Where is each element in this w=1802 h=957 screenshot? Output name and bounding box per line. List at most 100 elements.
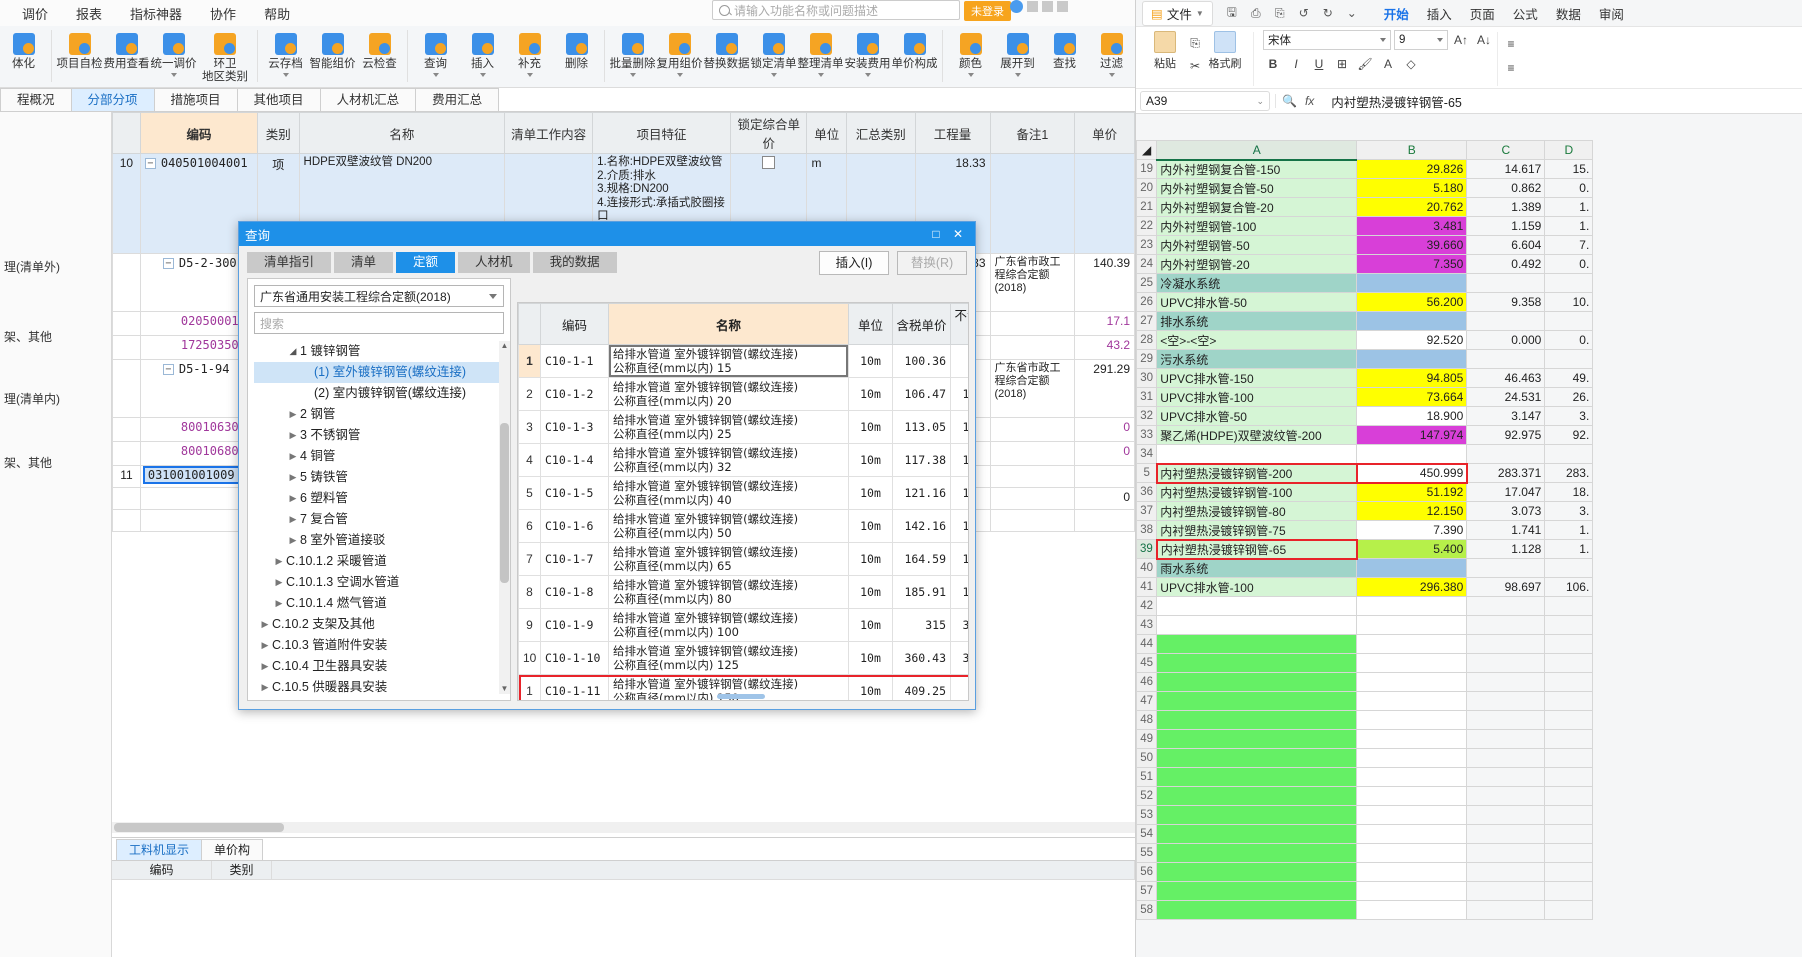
quota-untaxed-price[interactable]: 104.92 [950, 377, 968, 411]
tree-scrollbar[interactable]: ▲ ▼ [499, 341, 510, 694]
grid-header-11[interactable]: 单价 [1074, 112, 1135, 154]
cell-A36[interactable]: 内衬塑热浸镀锌钢管-100 [1156, 482, 1358, 502]
row-header[interactable]: 45 [1136, 653, 1158, 673]
cell-A20[interactable]: 内外衬塑钢复合管-50 [1156, 178, 1358, 198]
row-header[interactable]: 43 [1136, 615, 1158, 635]
formula-input[interactable]: 内衬塑热浸镀锌钢管-65 [1325, 92, 1798, 111]
sheet-ribbon-tab-5[interactable]: 审阅 [1590, 2, 1633, 25]
cell-B46[interactable] [1356, 672, 1468, 692]
cell-A21[interactable]: 内外衬塑钢复合管-20 [1156, 197, 1358, 217]
quota-index[interactable]: 7 [518, 542, 541, 576]
quota-taxed-price[interactable]: 117.38 [892, 443, 951, 477]
row-header[interactable]: 31 [1136, 387, 1158, 407]
quota-taxed-price[interactable]: 164.59 [892, 542, 951, 576]
cell-A32[interactable]: UPVC排水管-50 [1156, 406, 1358, 426]
row-header[interactable]: 42 [1136, 596, 1158, 616]
material-tab-1[interactable]: 单价构 [201, 839, 264, 860]
tree-search-input[interactable]: 搜索 [254, 312, 504, 334]
sheet-row[interactable]: 22 内外衬塑钢管-100 3.481 1.159 1. [1136, 216, 1594, 236]
sheet-row[interactable]: 33 聚乙烯(HDPE)双壁波纹管-200 147.974 92.975 92. [1136, 425, 1594, 445]
chevron-right-icon[interactable]: ▶ [258, 656, 272, 677]
chevron-right-icon[interactable]: ▶ [258, 614, 272, 635]
menu-item-3[interactable]: 协作 [196, 1, 250, 26]
cell-C47[interactable] [1466, 691, 1546, 711]
cell-D58[interactable] [1544, 900, 1594, 920]
row-header[interactable]: 46 [1136, 672, 1158, 692]
row-index[interactable]: 10 [112, 153, 141, 254]
quota-index[interactable]: 3 [518, 410, 541, 444]
cell-C54[interactable] [1466, 824, 1546, 844]
font-size-select[interactable]: 9 [1394, 30, 1448, 50]
ribbon-button-16[interactable]: 整理清单 [797, 28, 844, 77]
cell-A34[interactable] [1156, 444, 1358, 464]
cell-A41[interactable]: UPVC排水管-100 [1156, 577, 1358, 597]
cell-D45[interactable] [1544, 653, 1594, 673]
quota-taxed-price[interactable]: 121.16 [892, 476, 951, 510]
row-header[interactable]: 52 [1136, 786, 1158, 806]
sheet-row[interactable]: 43 [1136, 615, 1594, 635]
cell-D43[interactable] [1544, 615, 1594, 635]
cell-C30[interactable]: 46.463 [1466, 368, 1546, 388]
sheet-row[interactable]: 44 [1136, 634, 1594, 654]
column-header-C[interactable]: C [1466, 140, 1546, 160]
cell-B20[interactable]: 5.180 [1356, 178, 1468, 198]
cell-C19[interactable]: 14.617 [1466, 159, 1546, 179]
quota-name[interactable]: 给排水管道 室外镀锌钢管(螺纹连接) 公称直径(mm以内) 40 [608, 476, 849, 510]
cell-B50[interactable] [1356, 748, 1468, 768]
cell-C52[interactable] [1466, 786, 1546, 806]
cell-B28[interactable]: 92.520 [1356, 330, 1468, 350]
row-price[interactable]: 140.39 [1074, 253, 1135, 312]
undo-icon[interactable]: ↺ [1293, 3, 1315, 23]
cell-A49[interactable] [1156, 729, 1358, 749]
cell-A24[interactable]: 内外衬塑钢管-20 [1156, 254, 1358, 274]
sheet-row[interactable]: 20 内外衬塑钢复合管-50 5.180 0.862 0. [1136, 178, 1594, 198]
row-note[interactable] [989, 509, 1076, 532]
sheet-row[interactable]: 32 UPVC排水管-50 18.900 3.147 3. [1136, 406, 1594, 426]
quota-header-3[interactable]: 单位 [848, 303, 893, 345]
quota-header-0[interactable] [518, 303, 541, 345]
tree-node-4[interactable]: ▶ 3 不锈钢管 [254, 425, 504, 446]
cell-D48[interactable] [1544, 710, 1594, 730]
chevron-right-icon[interactable]: ▶ [272, 572, 286, 593]
cell-B21[interactable]: 20.762 [1356, 197, 1468, 217]
quota-index[interactable]: 6 [518, 509, 541, 543]
row-note[interactable] [989, 487, 1076, 510]
tree-scrollbar-thumb[interactable] [500, 423, 509, 583]
cell-B30[interactable]: 94.805 [1356, 368, 1468, 388]
chevron-down-icon[interactable] [967, 73, 974, 77]
row-price[interactable] [1074, 509, 1135, 532]
cell-B26[interactable]: 56.200 [1356, 292, 1468, 312]
grid-header-10[interactable]: 备注1 [989, 112, 1076, 154]
cell-B33[interactable]: 147.974 [1356, 425, 1468, 445]
quota-name[interactable]: 给排水管道 室外镀锌钢管(螺纹连接) 公称直径(mm以内) 15 [608, 344, 849, 378]
login-status-badge[interactable]: 未登录 [964, 1, 1011, 21]
cell-D39[interactable]: 1. [1544, 539, 1594, 559]
sheet-ribbon-tab-1[interactable]: 插入 [1418, 2, 1461, 25]
redo-icon[interactable]: ↻ [1317, 3, 1339, 23]
cell-C34[interactable] [1466, 444, 1546, 464]
cell-D31[interactable]: 26. [1544, 387, 1594, 407]
cell-B49[interactable] [1356, 729, 1468, 749]
cell-A42[interactable] [1156, 596, 1358, 616]
quota-header-1[interactable]: 编码 [540, 303, 609, 345]
format-painter-button[interactable]: 格式刷 [1205, 30, 1245, 71]
cell-B36[interactable]: 51.192 [1356, 482, 1468, 502]
name-box[interactable]: A39 ⌄ [1140, 91, 1270, 111]
cell-C39[interactable]: 1.128 [1466, 539, 1546, 559]
cell-B52[interactable] [1356, 786, 1468, 806]
cell-B31[interactable]: 73.664 [1356, 387, 1468, 407]
cell-A37[interactable]: 内衬塑热浸镀锌钢管-80 [1156, 501, 1358, 521]
module-tab-4[interactable]: 人材机汇总 [319, 88, 417, 111]
cell-C45[interactable] [1466, 653, 1546, 673]
sheet-row[interactable]: 31 UPVC排水管-100 73.664 24.531 26. [1136, 387, 1594, 407]
module-tab-3[interactable]: 其他项目 [236, 88, 321, 111]
quota-code[interactable]: C10-1-1 [540, 344, 609, 378]
cell-D22[interactable]: 1. [1544, 216, 1594, 236]
cell-D30[interactable]: 49. [1544, 368, 1594, 388]
cell-C32[interactable]: 3.147 [1466, 406, 1546, 426]
grid-horizontal-scrollbar[interactable] [112, 822, 1135, 833]
chevron-right-icon[interactable]: ▶ [272, 551, 286, 572]
cell-B23[interactable]: 39.660 [1356, 235, 1468, 255]
cell-A58[interactable] [1156, 900, 1358, 920]
font-color-icon[interactable]: A [1378, 54, 1398, 74]
